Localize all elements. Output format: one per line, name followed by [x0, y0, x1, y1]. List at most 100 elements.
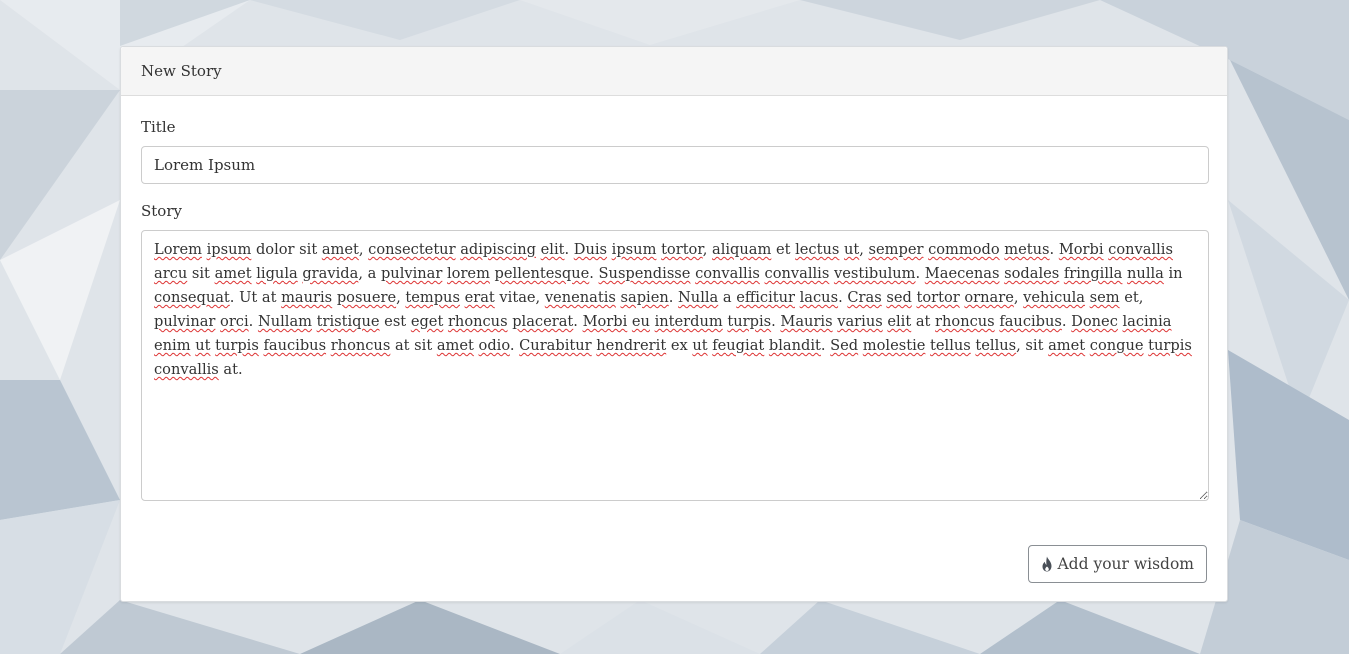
misspelled-word: semper — [868, 241, 924, 258]
misspelled-word: Cras — [847, 289, 882, 306]
story-text: est — [379, 313, 411, 330]
misspelled-word: gravida — [302, 265, 359, 282]
misspelled-word: amet — [321, 241, 359, 258]
misspelled-word: Suspendisse — [598, 265, 691, 282]
story-text: . — [573, 313, 583, 330]
misspelled-word: metus — [1004, 241, 1050, 258]
misspelled-word: vehicula — [1023, 289, 1086, 306]
misspelled-word: aliquam — [712, 241, 772, 258]
misspelled-word: Mauris — [780, 313, 833, 330]
misspelled-word: feugiat — [712, 337, 765, 354]
misspelled-word: tortor — [661, 241, 703, 258]
misspelled-word: amet — [214, 265, 252, 282]
misspelled-word: consectetur — [368, 241, 456, 258]
story-text: at — [911, 313, 936, 330]
misspelled-word: Lorem — [154, 241, 202, 258]
misspelled-word: tempus — [405, 289, 460, 306]
misspelled-word: Sed — [830, 337, 859, 354]
misspelled-word: ipsum — [611, 241, 657, 258]
misspelled-word: Donec — [1071, 313, 1118, 330]
misspelled-word: ut — [692, 337, 708, 354]
story-text: a — [718, 289, 737, 306]
story-text: , — [702, 241, 712, 258]
misspelled-word: Nulla — [678, 289, 719, 306]
misspelled-word: rhoncus — [447, 313, 508, 330]
misspelled-word: eget — [410, 313, 444, 330]
misspelled-word: ut — [195, 337, 211, 354]
misspelled-word: hendrerit — [596, 337, 667, 354]
misspelled-word: lacus — [799, 289, 839, 306]
story-text: . — [838, 289, 848, 306]
story-text: . — [564, 241, 574, 258]
misspelled-word: molestie — [862, 337, 926, 354]
add-your-wisdom-button[interactable]: Add your wisdom — [1028, 545, 1207, 583]
misspelled-word: posuere — [336, 289, 397, 306]
story-text: . Ut at — [229, 289, 282, 306]
misspelled-word: eu — [631, 313, 650, 330]
misspelled-word: faucibus — [263, 337, 327, 354]
misspelled-word: sed — [886, 289, 912, 306]
misspelled-word: erat — [464, 289, 495, 306]
misspelled-word: convallis — [695, 265, 760, 282]
misspelled-word: tortor — [916, 289, 960, 306]
story-text: . — [509, 337, 520, 354]
story-text: . — [1061, 313, 1072, 330]
misspelled-word: interdum — [654, 313, 723, 330]
misspelled-word: orci — [220, 313, 249, 330]
story-text: , — [1013, 289, 1024, 306]
submit-label: Add your wisdom — [1057, 555, 1194, 573]
misspelled-word: convallis — [764, 265, 830, 282]
story-text: . — [771, 313, 781, 330]
title-input[interactable] — [141, 146, 1209, 184]
story-text: at sit — [390, 337, 437, 354]
misspelled-word: varius — [837, 313, 883, 330]
panel-heading: New Story — [121, 47, 1227, 96]
story-text: , — [396, 289, 406, 306]
misspelled-word: turpis — [1148, 337, 1192, 354]
story-text: , sit — [1016, 337, 1049, 354]
misspelled-word: efficitur — [736, 289, 795, 306]
misspelled-word: Maecenas — [924, 265, 1000, 282]
story-text: . — [915, 265, 925, 282]
new-story-panel: New Story Title Story Lorem ipsum dolor … — [120, 46, 1228, 602]
title-label: Title — [141, 118, 176, 136]
misspelled-word: amet — [436, 337, 474, 354]
story-text: sit — [187, 265, 215, 282]
misspelled-word: lectus — [795, 241, 840, 258]
misspelled-word: Nullam — [257, 313, 312, 330]
misspelled-word: arcu — [154, 265, 188, 282]
misspelled-word: rhoncus — [330, 337, 391, 354]
story-text: , — [358, 241, 369, 258]
story-text: in — [1163, 265, 1183, 282]
misspelled-word: ipsum — [206, 241, 252, 258]
misspelled-word: sodales — [1004, 265, 1060, 282]
story-text: et — [771, 241, 796, 258]
misspelled-word: convallis — [1108, 241, 1173, 258]
misspelled-word: lacinia — [1122, 313, 1172, 330]
misspelled-word: sapien — [620, 289, 669, 306]
misspelled-word: ut — [843, 241, 860, 258]
misspelled-word: pellentesque — [494, 265, 590, 282]
story-text: dolor sit — [251, 241, 322, 258]
story-text: . — [248, 313, 258, 330]
misspelled-word: tellus — [975, 337, 1017, 354]
panel-body: Title Story Lorem ipsum dolor sit amet, … — [121, 96, 1227, 602]
misspelled-word: turpis — [215, 337, 259, 354]
misspelled-word: commodo — [928, 241, 1000, 258]
misspelled-word: fringilla — [1063, 265, 1123, 282]
misspelled-word: elit — [887, 313, 912, 330]
misspelled-word: venenatis — [544, 289, 616, 306]
story-text: , — [859, 241, 869, 258]
story-text: ex — [666, 337, 693, 354]
misspelled-word: vestibulum — [833, 265, 916, 282]
story-text: vitae, — [494, 289, 545, 306]
misspelled-word: turpis — [727, 313, 772, 330]
misspelled-word: consequat — [154, 289, 230, 306]
misspelled-word: congue — [1089, 337, 1144, 354]
misspelled-word: pulvinar — [380, 265, 443, 282]
story-textarea[interactable]: Lorem ipsum dolor sit amet, consectetur … — [141, 230, 1209, 501]
misspelled-word: mauris — [281, 289, 333, 306]
misspelled-word: enim — [154, 337, 191, 354]
misspelled-word: amet — [1048, 337, 1086, 354]
misspelled-word: rhoncus — [935, 313, 995, 330]
